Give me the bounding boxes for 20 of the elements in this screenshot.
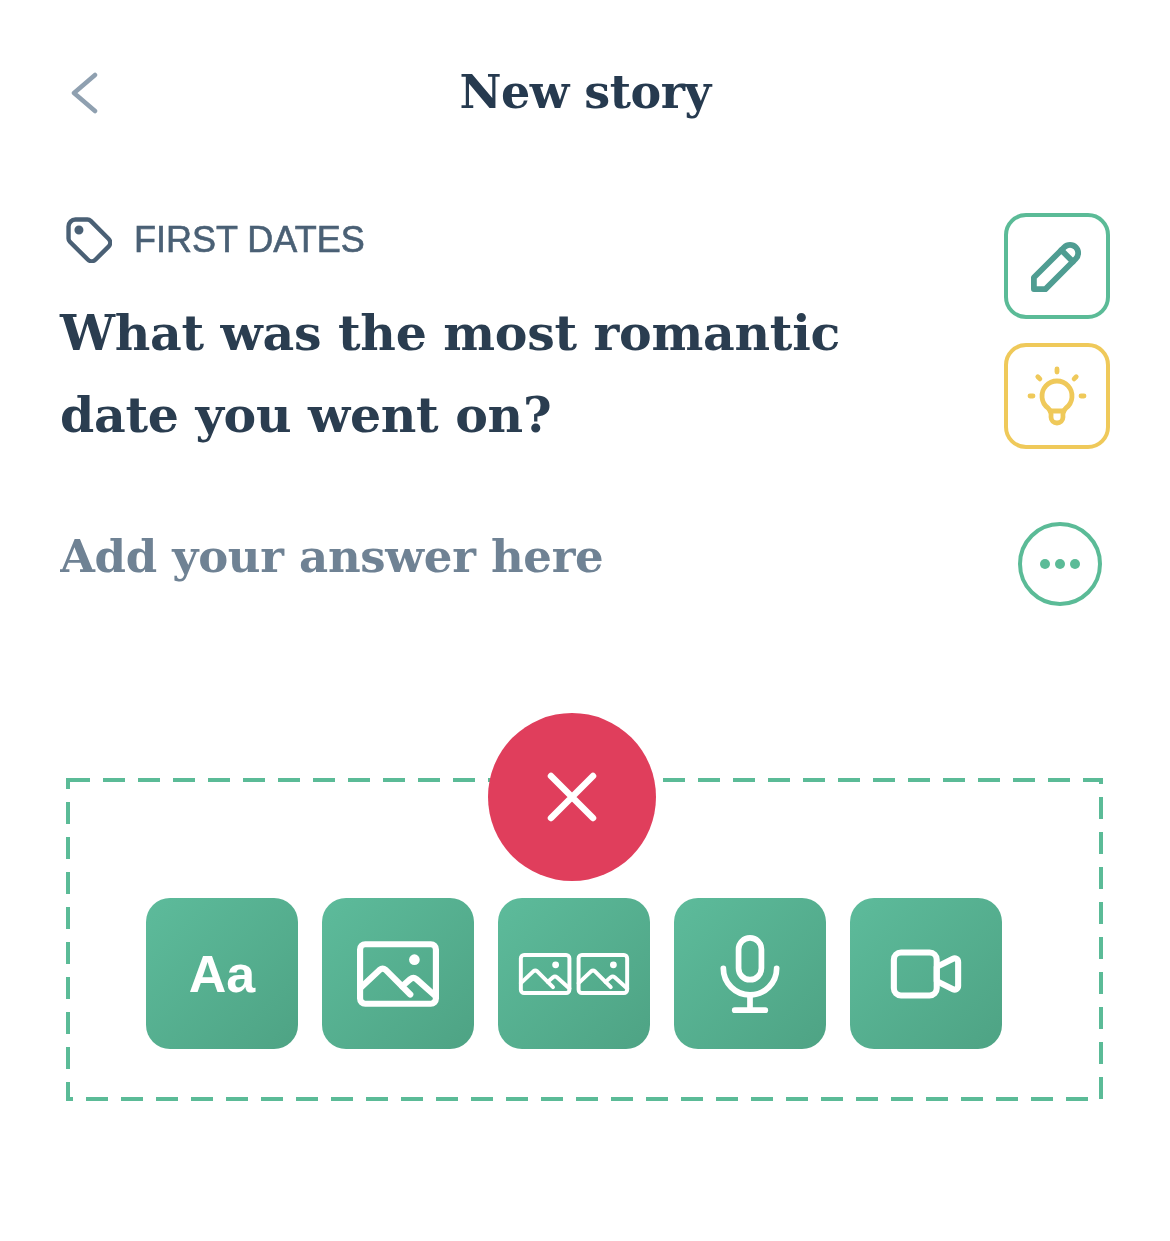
answer-field[interactable]: Add your answer here [60,522,988,592]
video-camera-button[interactable] [850,898,1002,1049]
gallery-button[interactable] [498,898,650,1049]
hint-button[interactable] [1004,343,1110,449]
microphone-icon [719,933,781,1014]
tag-icon [66,217,112,263]
microphone-button[interactable] [674,898,826,1049]
photo-button[interactable] [322,898,474,1049]
lightbulb-icon [1027,366,1087,426]
more-icon [1040,559,1080,569]
images-icon [518,952,630,995]
edit-button[interactable] [1004,213,1110,319]
close-icon [547,772,597,822]
image-icon [357,940,439,1007]
category-label: FIRST DATES [134,218,365,262]
screen-title: New story [459,64,711,121]
pencil-icon [1031,240,1083,292]
back-icon[interactable] [70,71,98,114]
text-tool-button[interactable]: Aa [146,898,298,1049]
question-text: What was the most romantic date you went on? [60,303,841,446]
